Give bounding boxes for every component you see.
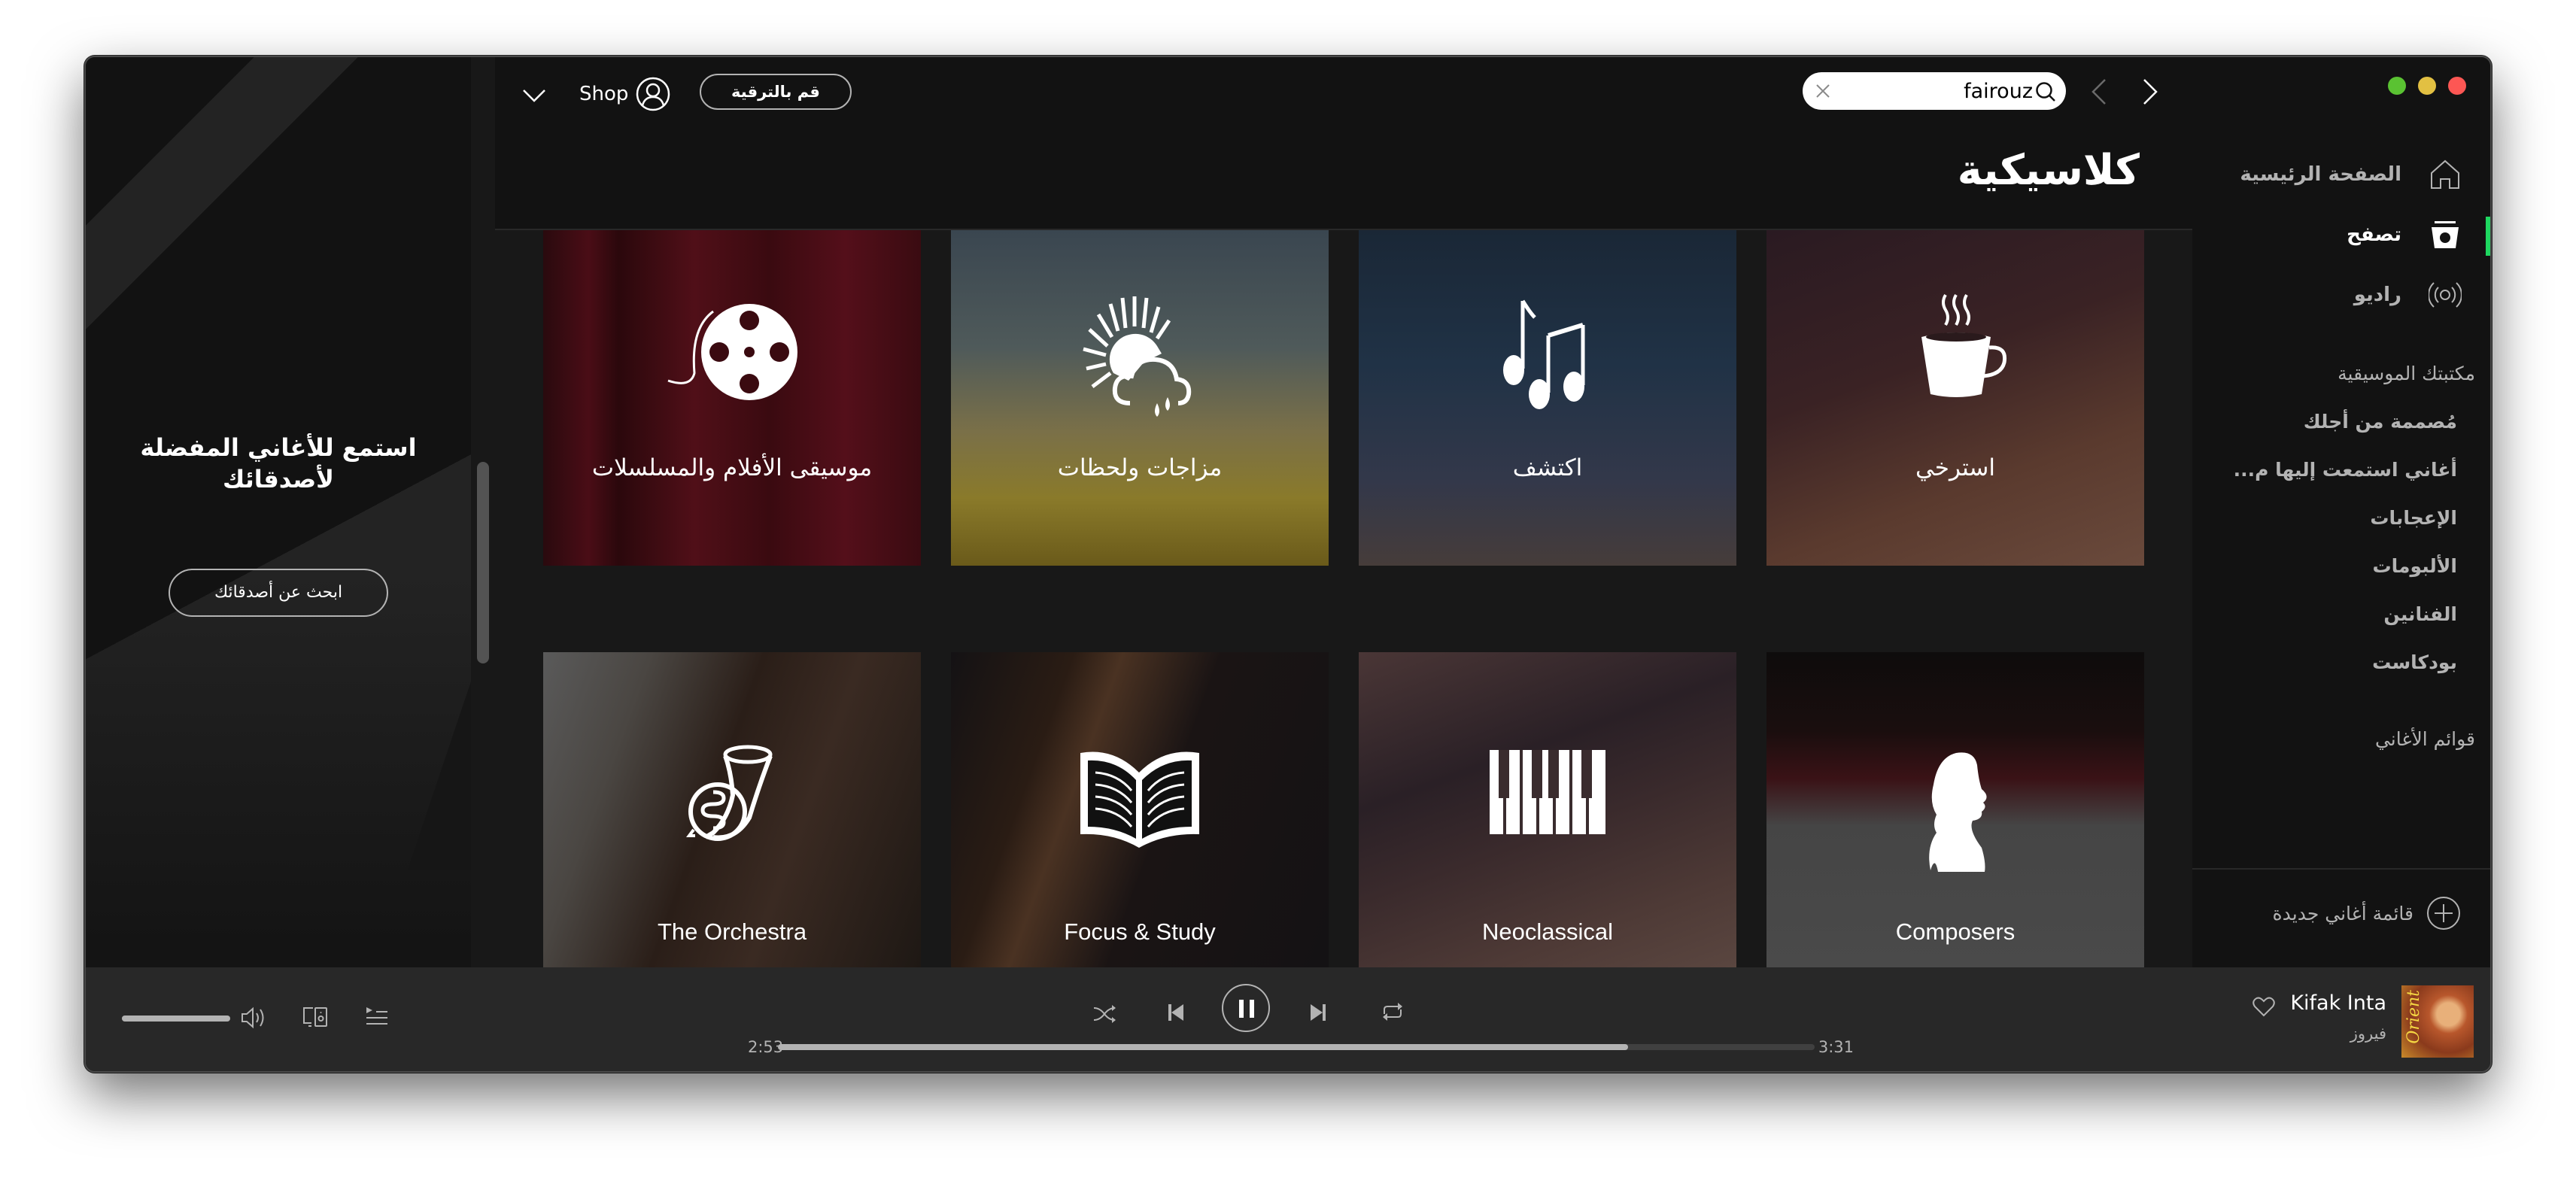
previous-track-icon[interactable]: [1168, 1003, 1184, 1022]
tile-label: Neoclassical: [1481, 918, 1613, 945]
tile-label: Composers: [1895, 918, 2016, 945]
sidebar-item-radio[interactable]: راديو: [2354, 278, 2462, 311]
next-track-icon[interactable]: [1310, 1003, 1326, 1022]
heart-icon[interactable]: [2252, 996, 2275, 1017]
friends-scrollbar-thumb[interactable]: [477, 462, 489, 663]
film-reel-icon: [667, 304, 797, 400]
user-icon: [636, 77, 670, 111]
library-item-recently-played[interactable]: أغاني استمعت إليها م...: [2234, 459, 2457, 481]
tile-label: اكتشف: [1512, 454, 1583, 481]
category-tile-composers[interactable]: Composers: [1766, 652, 2144, 967]
library-heading: مكتبتك الموسيقية: [2338, 363, 2475, 384]
friend-activity-panel: استمع للأغاني المفضلة لأصدقائك ابحث عن أ…: [86, 57, 471, 967]
navigation-sidebar: الصفحة الرئيسية تصفح راديو مكتبتك الموسي…: [2192, 57, 2490, 967]
pause-icon: [1239, 1000, 1254, 1018]
library-item-made-for-you[interactable]: مُصممة من أجلك: [2304, 411, 2457, 433]
main-content: Shop قم بالترقية fairouz كلاسيكية موسيقى…: [495, 57, 2192, 967]
total-time: 3:31: [1818, 1038, 1854, 1056]
shuffle-icon[interactable]: [1092, 1003, 1116, 1025]
track-title[interactable]: Kifak Inta: [2290, 991, 2386, 1015]
weather-mood-icon: [1083, 296, 1192, 417]
search-icon: [2036, 82, 2055, 102]
back-arrow-icon[interactable]: [2090, 78, 2107, 105]
home-icon: [2431, 159, 2459, 189]
chevron-down-icon[interactable]: [521, 84, 548, 107]
open-book-icon: [1080, 751, 1199, 848]
composer-silhouette-icon: [1929, 752, 1987, 872]
browse-icon: [2432, 221, 2459, 248]
category-tile-moods[interactable]: مزاجات ولحظات: [951, 230, 1329, 566]
progress-bar[interactable]: [778, 1044, 1815, 1050]
user-menu-label: Shop: [579, 83, 629, 105]
top-header: Shop قم بالترقية fairouz كلاسيكية: [495, 57, 2192, 230]
playlists-heading: قوائم الأغاني: [2374, 728, 2475, 750]
search-box[interactable]: [1803, 72, 2066, 110]
sidebar-item-browse[interactable]: تصفح: [2347, 218, 2462, 251]
volume-slider[interactable]: [122, 1016, 230, 1022]
library-item-albums[interactable]: الألبومات: [2373, 555, 2457, 577]
volume-icon[interactable]: [241, 1006, 266, 1029]
sidebar-item-label: تصفح: [2347, 223, 2401, 246]
category-tile-discover[interactable]: اكتشف: [1359, 230, 1736, 566]
category-tile-neoclassical[interactable]: Neoclassical: [1359, 652, 1736, 967]
user-menu[interactable]: Shop: [579, 77, 670, 111]
app-window: استمع للأغاني المفضلة لأصدقائك ابحث عن أ…: [84, 56, 2492, 1073]
playback-controls: [1092, 984, 1499, 1041]
album-art-text: Orient: [2404, 990, 2423, 1044]
page-title: كلاسيكية: [1957, 146, 2140, 195]
tile-label: موسيقى الأفلام والمسلسلات: [591, 454, 873, 481]
category-tile-film-music[interactable]: موسيقى الأفلام والمسلسلات: [543, 230, 921, 566]
maximize-button[interactable]: [2388, 77, 2406, 95]
sidebar-item-label: الصفحة الرئيسية: [2240, 163, 2401, 186]
decor-corner: [408, 682, 471, 870]
new-playlist-label: قائمة أغاني جديدة: [2272, 902, 2413, 924]
tile-label: استرخي: [1915, 454, 1996, 481]
search-input[interactable]: [1845, 77, 2033, 105]
radio-icon: [2429, 282, 2462, 308]
tile-label: Focus & Study: [1064, 918, 1216, 945]
library-item-liked[interactable]: الإعجابات: [2370, 507, 2457, 529]
devices-icon[interactable]: [302, 1006, 328, 1028]
piano-keys-icon: [1490, 750, 1605, 834]
category-tile-orchestra[interactable]: The Orchestra: [543, 652, 921, 967]
french-horn-icon: [686, 745, 773, 841]
playback-progress: 2:53 3:31: [740, 1037, 1854, 1059]
minimize-button[interactable]: [2418, 77, 2436, 95]
track-artist[interactable]: فيروز: [2350, 1025, 2386, 1043]
library-item-podcasts[interactable]: بودكاست: [2372, 651, 2457, 673]
active-indicator: [2486, 217, 2490, 256]
find-friends-button[interactable]: ابحث عن أصدقائك: [169, 569, 388, 617]
close-window-button[interactable]: [2448, 77, 2466, 95]
music-notes-icon: [1503, 299, 1585, 409]
sidebar-divider: [2192, 868, 2490, 870]
tile-label: مزاجات ولحظات: [1057, 454, 1223, 481]
sidebar-item-home[interactable]: الصفحة الرئيسية: [2240, 158, 2462, 191]
close-icon[interactable]: [1813, 81, 1833, 101]
category-tile-relax[interactable]: استرخي: [1766, 230, 2144, 566]
tile-label: The Orchestra: [657, 918, 807, 945]
friends-content: استمع للأغاني المفضلة لأصدقائك ابحث عن أ…: [86, 432, 471, 617]
plus-circle-icon: [2427, 897, 2460, 930]
volume-fill: [122, 1016, 230, 1022]
forward-arrow-icon[interactable]: [2143, 78, 2159, 105]
upgrade-button[interactable]: قم بالترقية: [700, 74, 852, 110]
library-item-artists[interactable]: الفنانين: [2383, 603, 2457, 625]
player-bar: 2:53 3:31 Kifak Inta فيروز Orient: [86, 967, 2490, 1071]
album-art[interactable]: Orient: [2401, 985, 2474, 1058]
play-pause-button[interactable]: [1222, 984, 1270, 1032]
progress-fill: [778, 1044, 1628, 1050]
friends-title: استمع للأغاني المفضلة لأصدقائك: [140, 433, 417, 493]
queue-icon[interactable]: [366, 1006, 388, 1026]
coffee-cup-icon: [1921, 293, 2007, 397]
window-controls: [2388, 77, 2466, 95]
sidebar-item-label: راديو: [2353, 284, 2401, 306]
new-playlist-button[interactable]: قائمة أغاني جديدة: [2273, 895, 2462, 931]
category-tile-focus-study[interactable]: Focus & Study: [951, 652, 1329, 967]
friends-scrollbar-track: [471, 57, 495, 967]
repeat-icon[interactable]: [1381, 1000, 1404, 1023]
